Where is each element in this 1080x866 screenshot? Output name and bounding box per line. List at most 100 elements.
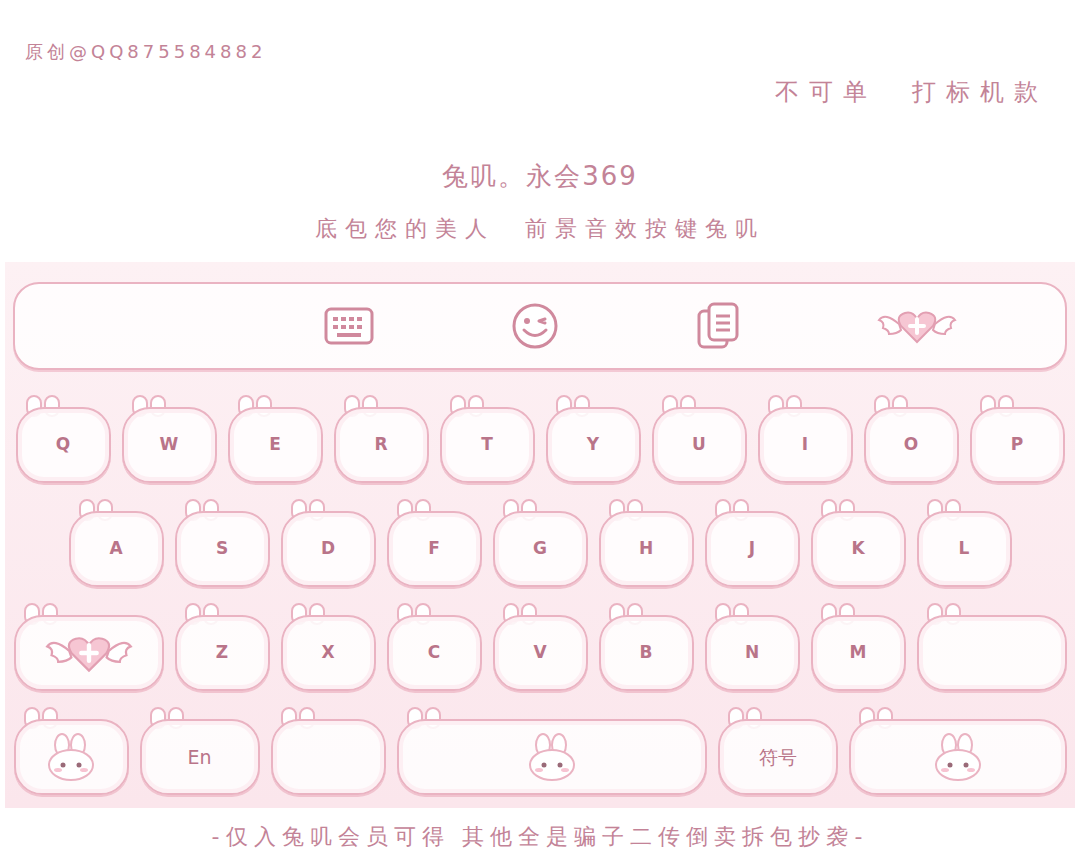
bunny-icon [931, 733, 985, 781]
key-label: F [428, 536, 440, 562]
key-label: O [904, 432, 918, 458]
key-label: Z [216, 640, 228, 666]
key-label: N [745, 640, 759, 666]
key-row: A S D F GH J K L [13, 499, 1067, 587]
comma-key[interactable] [271, 707, 386, 795]
key-face: M [811, 615, 906, 691]
key-face: J [705, 511, 800, 587]
key-label: En [187, 743, 211, 772]
key-rows: Q W E R T Y U I O P A S D F GH J K L Z X C V B N M En 符号 [13, 395, 1067, 795]
key-face: Z [175, 615, 270, 691]
bunny-icon [525, 733, 579, 781]
letter-key[interactable]: N [705, 603, 800, 691]
key-face: En [140, 719, 260, 795]
letter-key[interactable]: R [334, 395, 429, 483]
key-face: Y [546, 407, 641, 483]
symbol-key[interactable]: 符号 [718, 707, 838, 795]
shift-key[interactable] [14, 603, 164, 691]
letter-key[interactable]: M [811, 603, 906, 691]
key-face: K [811, 511, 906, 587]
key-face: I [758, 407, 853, 483]
title: 兔叽。永会369 [442, 158, 638, 194]
header: 原创@QQ875584882 不可单 打标机款 兔叽。永会369 底包您的美人 … [0, 0, 1080, 262]
key-face: V [493, 615, 588, 691]
key-label: I [802, 432, 808, 458]
key-row: En 符号 [13, 707, 1067, 795]
letter-key[interactable]: Q [16, 395, 111, 483]
language-key[interactable]: En [140, 707, 260, 795]
letter-key[interactable]: E [228, 395, 323, 483]
letter-key[interactable]: U [652, 395, 747, 483]
letter-key[interactable]: L [917, 499, 1012, 587]
footer-note: -仅入兔叽会员可得 其他全是骗子二传倒卖拆包抄袭- [212, 822, 869, 852]
clipboard-icon[interactable] [696, 301, 742, 351]
space-key[interactable] [397, 707, 707, 795]
letter-key[interactable]: P [970, 395, 1065, 483]
key-face: W [122, 407, 217, 483]
subtitle: 底包您的美人 前景音效按键兔叽 [315, 214, 765, 244]
key-label: B [640, 640, 653, 666]
heart-wings-icon [41, 631, 137, 675]
key-face: U [652, 407, 747, 483]
key-face: 符号 [718, 719, 838, 795]
letter-key[interactable]: A [69, 499, 164, 587]
letter-key[interactable]: I [758, 395, 853, 483]
letter-key[interactable]: B [599, 603, 694, 691]
page: 原创@QQ875584882 不可单 打标机款 兔叽。永会369 底包您的美人 … [0, 0, 1080, 866]
key-label: P [1011, 432, 1023, 458]
key-face: F [387, 511, 482, 587]
key-face: O [864, 407, 959, 483]
key-face [917, 615, 1067, 691]
key-face [14, 615, 164, 691]
key-label: R [374, 432, 387, 458]
letter-key[interactable]: Y [546, 395, 641, 483]
key-face: G [493, 511, 588, 587]
key-face: E [228, 407, 323, 483]
key-face: C [387, 615, 482, 691]
key-face: P [970, 407, 1065, 483]
key-label: M [850, 640, 867, 666]
key-label: W [160, 432, 179, 458]
enter-key[interactable] [849, 707, 1067, 795]
letter-key[interactable]: V [493, 603, 588, 691]
letter-key[interactable]: W [122, 395, 217, 483]
key-face [397, 719, 707, 795]
letter-key[interactable]: K [811, 499, 906, 587]
key-label: L [959, 536, 970, 562]
key-label: J [749, 536, 755, 562]
key-label: C [428, 640, 440, 666]
letter-key[interactable]: X [281, 603, 376, 691]
letter-key[interactable]: D [281, 499, 376, 587]
bunny-icon [44, 733, 98, 781]
letter-key[interactable]: C [387, 603, 482, 691]
key-label: 符号 [759, 743, 797, 772]
credit: 原创@QQ875584882 [0, 0, 1080, 64]
keyboard-icon[interactable] [323, 305, 375, 347]
key-face: H [599, 511, 694, 587]
key-face: X [281, 615, 376, 691]
heart-wings-icon[interactable] [877, 306, 957, 346]
letter-key[interactable]: J [705, 499, 800, 587]
letter-key[interactable]: S [175, 499, 270, 587]
letter-key[interactable]: H [599, 499, 694, 587]
key-row: QWERTYUIOP [13, 395, 1067, 483]
emoji-icon[interactable] [510, 301, 560, 351]
key-label: Y [587, 432, 599, 458]
letter-key[interactable]: Z [175, 603, 270, 691]
key-label: S [216, 536, 228, 562]
key-label: A [109, 536, 122, 562]
key-label: Q [56, 432, 70, 458]
mode-key[interactable] [14, 707, 129, 795]
letter-key[interactable]: T [440, 395, 535, 483]
key-face: S [175, 511, 270, 587]
key-label: X [321, 640, 334, 666]
key-face: D [281, 511, 376, 587]
key-face [849, 719, 1067, 795]
letter-key[interactable]: F [387, 499, 482, 587]
delete-key[interactable] [917, 603, 1067, 691]
key-label: V [533, 640, 546, 666]
letter-key[interactable]: O [864, 395, 959, 483]
key-face: A [69, 511, 164, 587]
letter-key[interactable]: G [493, 499, 588, 587]
footer: -仅入兔叽会员可得 其他全是骗子二传倒卖拆包抄袭- [0, 808, 1080, 866]
